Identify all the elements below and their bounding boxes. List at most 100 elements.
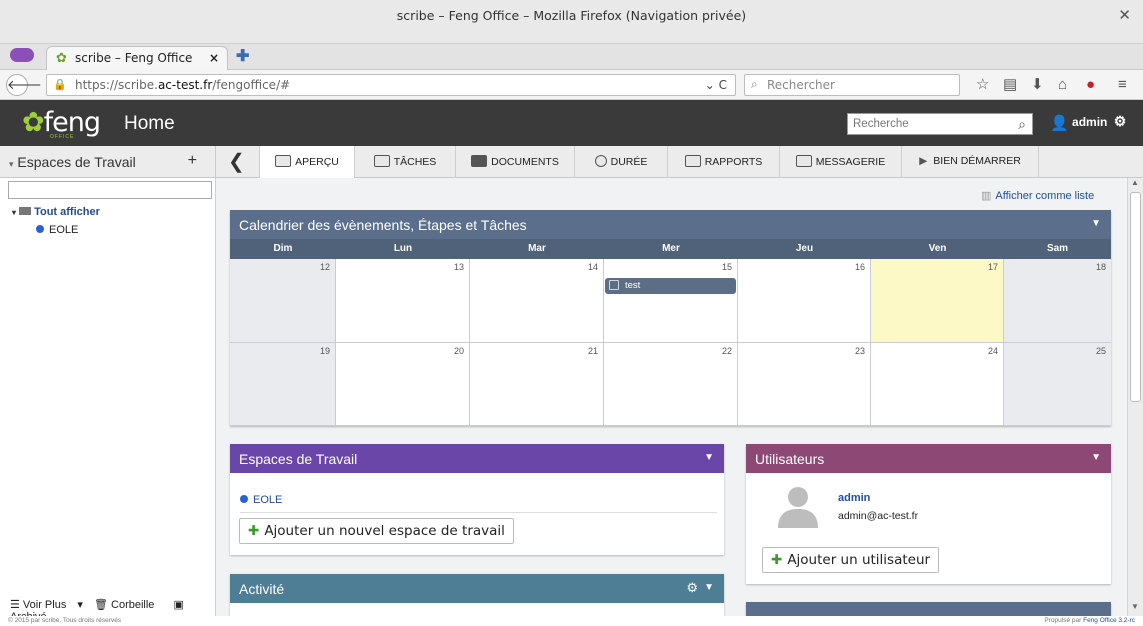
tab-label: MESSAGERIE [815,156,886,168]
user-name-link[interactable]: admin [838,492,870,504]
window-close-icon[interactable]: ✕ [1118,6,1131,24]
workspace-filter-input[interactable] [8,181,212,199]
tab-documents[interactable]: DOCUMENTS [456,146,575,178]
new-tab-icon[interactable]: ✚ [236,46,249,66]
add-workspace-button[interactable]: ✚ Ajouter un nouvel espace de travail [239,518,514,544]
calendar-cell[interactable]: 22 [604,343,738,426]
calendar-cell[interactable]: 19 [230,343,336,426]
scrollbar-thumb[interactable] [1130,192,1141,402]
calendar-cell[interactable]: 14 [470,259,604,343]
user-menu[interactable]: 👤 admin ⚙ [1050,113,1126,132]
calendar-cell[interactable]: 15 [604,259,738,343]
page-footer: © 2015 par scribe. Tous droits réservés … [0,616,1143,626]
next-panel [746,602,1111,616]
workspace-sidebar: ▾ Tout afficher EOLE ☰ Voir Plus ▾ 🗑 Cor… [0,178,216,623]
voir-plus-label: Voir Plus [22,599,67,611]
window-titlebar: scribe – Feng Office – Mozilla Firefox (… [0,0,1143,44]
user-icon: 👤 [1050,115,1069,132]
cell-date: 15 [721,262,732,272]
chart-icon [684,155,701,167]
browser-tab-title: scribe – Feng Office [75,51,193,65]
app-header: ✿feng OFFICE Home Recherche ⌕ 👤 admin ⚙ [0,100,1143,146]
calendar-cell[interactable]: 20 [336,343,470,426]
plus-icon: ✚ [771,552,783,568]
add-workspace-label: Ajouter un nouvel espace de travail [264,523,505,539]
url-bar[interactable]: 🔒 https://scribe.ac-test.fr/fengoffice/#… [46,74,736,96]
divider [240,512,717,513]
browser-search-input[interactable]: ⌕ Rechercher [744,74,960,96]
caret-down-icon[interactable]: ▼ [1091,218,1101,229]
home-icon[interactable]: ⌂ [1058,76,1067,94]
tab-duree[interactable]: DURÉE [575,146,668,178]
caret-down-icon[interactable]: ▼ [704,582,714,593]
calendar-panel: Calendrier des évènements, Étapes et Tâc… [230,210,1111,426]
calendar-cell[interactable]: 21 [470,343,604,426]
vertical-scrollbar[interactable]: ▲ ▼ [1127,178,1143,616]
calendar-cell[interactable]: 18 [1004,259,1111,343]
reading-list-icon[interactable]: ▤ [1003,76,1017,94]
reload-icon[interactable]: ⌄ C [705,78,727,92]
back-icon[interactable]: 🡐 [6,74,42,96]
workspace-dot-icon [240,495,248,503]
logo-subtext: OFFICE [50,134,75,140]
tab-bien-demarrer[interactable]: ▶ BIEN DÉMARRER [902,146,1039,178]
day-label: Dim [273,243,293,254]
tree-root[interactable]: ▾ Tout afficher [12,206,100,218]
calendar-cell[interactable]: 16 [738,259,871,343]
scroll-up-icon[interactable]: ▲ [1131,178,1139,187]
calendar-cell[interactable]: 13 [336,259,470,343]
trash-link[interactable]: 🗑 Corbeille [94,599,162,611]
search-icon[interactable]: ⌕ [1018,116,1026,133]
expand-icon[interactable]: ▾ [12,208,16,217]
event-title: test [625,280,641,291]
bookmark-star-icon[interactable]: ☆ [976,76,989,94]
gear-icon[interactable]: ⚙ [1114,113,1127,129]
cell-date: 14 [587,262,598,272]
app-search-input[interactable]: Recherche ⌕ [847,113,1033,135]
tab-rapports[interactable]: RAPPORTS [668,146,780,178]
module-toolbar: ▾ Espaces de Travail + ❮ APERÇU TÂCHES D… [0,146,1143,178]
caret-down-icon[interactable]: ▼ [704,452,714,463]
users-panel-header: Utilisateurs ▼ [746,444,1111,473]
calendar-cell[interactable]: 23 [738,343,871,426]
day-label: Mar [528,243,546,254]
list-view-link[interactable]: ▥ Afficher comme liste [981,189,1094,202]
collapse-sidebar-icon[interactable]: ❮ [228,149,245,174]
window-title: scribe – Feng Office – Mozilla Firefox (… [396,8,747,23]
url-path: /fengoffice/# [212,78,291,92]
download-icon[interactable]: ⬇ [1031,76,1044,94]
calendar-cell[interactable]: 25 [1004,343,1111,426]
gear-icon[interactable]: ⚙ [686,580,698,596]
private-browsing-icon [10,48,34,62]
folder-icon [19,207,32,215]
user-email: admin@ac-test.fr [838,510,919,522]
play-icon: ▶ [919,155,928,167]
user-name: admin [1072,115,1108,129]
caret-down-icon[interactable]: ▼ [1091,452,1101,463]
workspaces-panel-header: Espaces de Travail ▼ [230,444,724,473]
cell-date: 17 [987,262,998,272]
tab-close-icon[interactable]: × [209,51,219,65]
calendar-cell[interactable]: 12 [230,259,336,343]
voir-plus-link[interactable]: ☰ Voir Plus ▾ [10,599,83,611]
calendar-cell[interactable]: 24 [871,343,1004,426]
feng-office-link[interactable]: Feng Office 3.2-rc [1083,617,1135,624]
scroll-down-icon[interactable]: ▼ [1131,602,1139,611]
calendar-cell-today[interactable]: 17 [871,259,1004,343]
tab-taches[interactable]: TÂCHES [355,146,456,178]
calendar-event[interactable]: test [605,278,736,294]
addon-icon[interactable]: ● [1086,76,1095,94]
add-workspace-icon[interactable]: + [188,152,197,170]
dashboard-icon [275,155,292,167]
cell-date: 16 [854,262,865,272]
workspace-link-eole[interactable]: EOLE [240,494,282,506]
tab-messagerie[interactable]: MESSAGERIE [780,146,902,178]
tab-label: TÂCHES [393,156,437,168]
browser-tab[interactable]: ✿ scribe – Feng Office × [46,46,228,70]
workspaces-selector[interactable]: ▾ Espaces de Travail + [0,146,216,178]
menu-icon[interactable]: ≡ [1118,76,1127,94]
tree-item-eole[interactable]: EOLE [36,224,78,236]
add-user-button[interactable]: ✚ Ajouter un utilisateur [762,547,940,573]
event-icon [609,280,619,290]
tab-apercu[interactable]: APERÇU [259,146,355,178]
